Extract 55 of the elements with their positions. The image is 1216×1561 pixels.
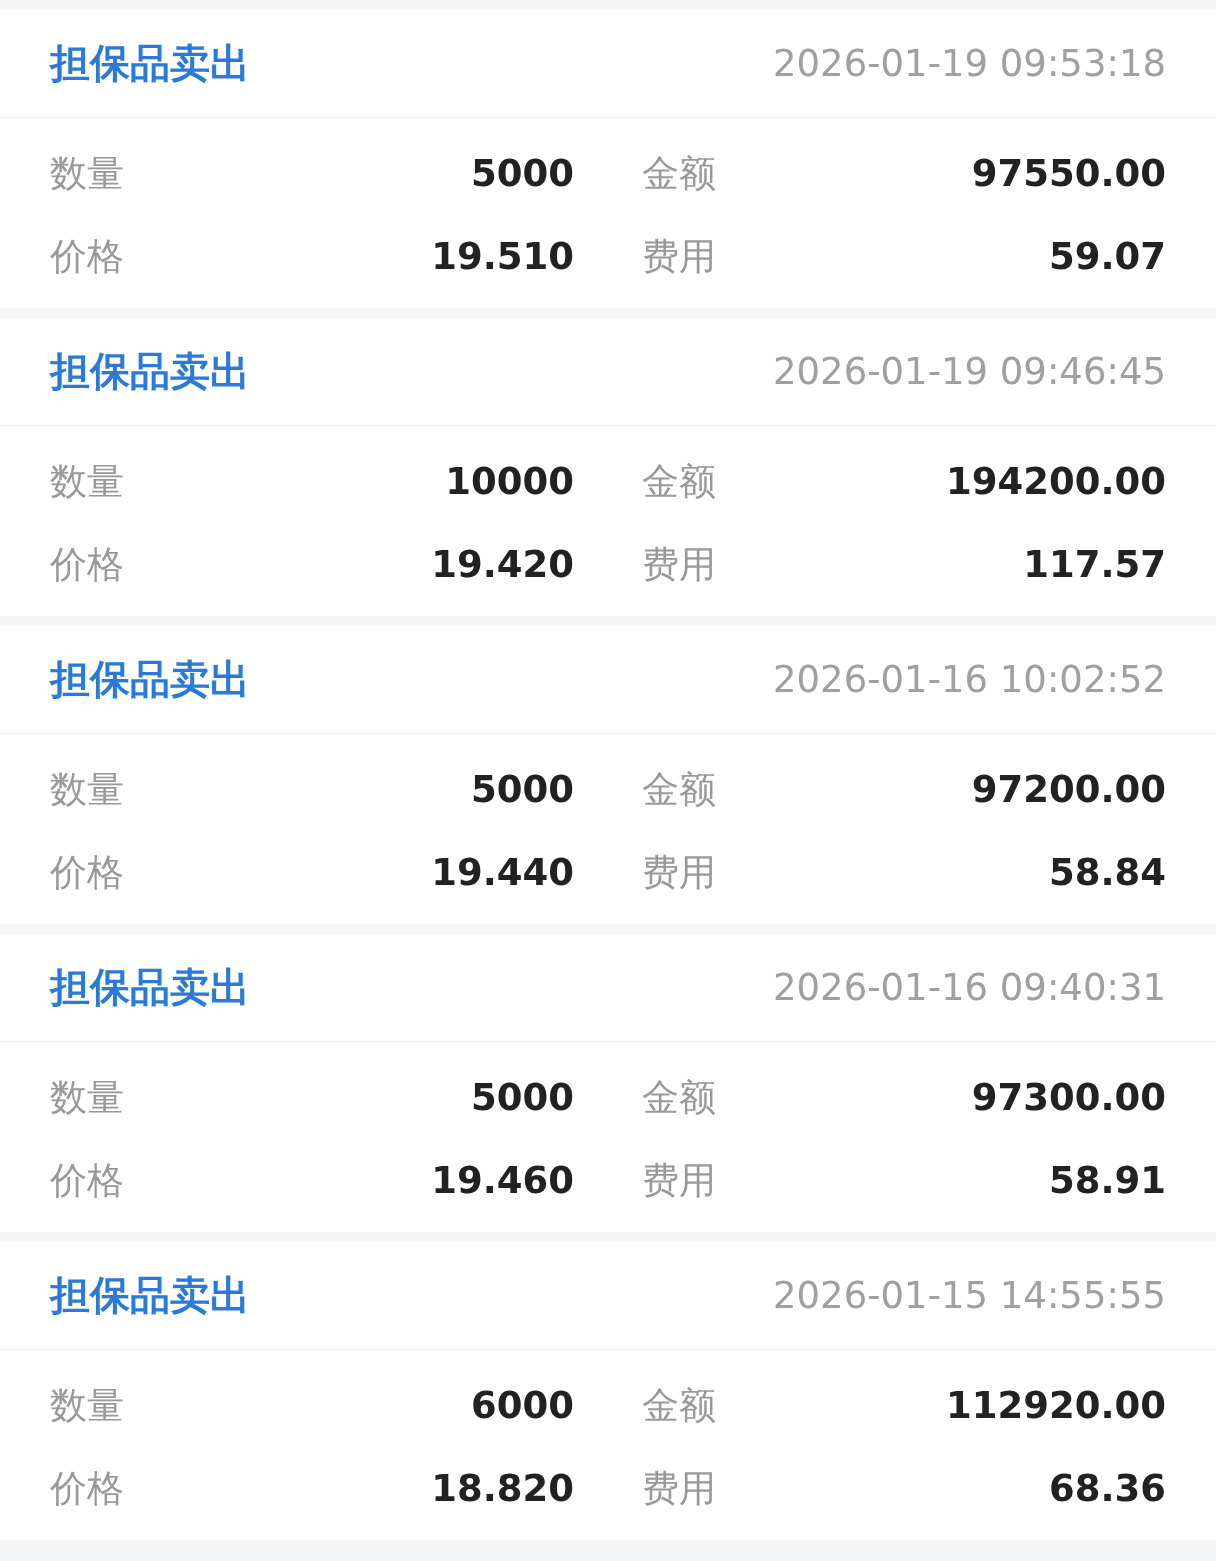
record-card[interactable]: 担保品卖出 2026-01-19 09:46:45 数量 10000 金额 194200.00 价格 19.420 费用 117.57	[0, 318, 1216, 616]
field-label: 费用	[642, 541, 716, 588]
field-label: 数量	[50, 150, 124, 197]
field-value: 117.57	[1023, 543, 1166, 586]
field-value: 97300.00	[971, 1076, 1166, 1119]
field-value: 19.510	[431, 235, 574, 278]
field-label: 数量	[50, 458, 124, 505]
field-value: 97200.00	[971, 768, 1166, 811]
field-value: 19.420	[431, 543, 574, 586]
field-value: 10000	[445, 460, 574, 503]
record-time: 2026-01-19 09:53:18	[773, 42, 1166, 85]
field-value: 59.07	[1048, 235, 1166, 278]
field-label: 费用	[642, 233, 716, 280]
record-time: 2026-01-16 09:40:31	[773, 966, 1166, 1009]
field-value: 58.84	[1048, 851, 1166, 894]
record-type: 担保品卖出	[50, 347, 250, 396]
field-value: 97550.00	[971, 152, 1166, 195]
record-time: 2026-01-15 14:55:55	[773, 1274, 1166, 1317]
field-value: 6000	[471, 1384, 574, 1427]
record-card[interactable]: 担保品卖出 2026-01-16 10:02:52 数量 5000 金额 97200.00 价格 19.440 费用 58.84	[0, 626, 1216, 924]
record-time: 2026-01-19 09:46:45	[773, 350, 1166, 393]
field-label: 价格	[50, 233, 124, 280]
field-label: 金额	[642, 1382, 716, 1429]
field-label: 数量	[50, 1382, 124, 1429]
field-label: 费用	[642, 1465, 716, 1512]
field-label: 数量	[50, 1074, 124, 1121]
field-label: 价格	[50, 541, 124, 588]
record-type: 担保品卖出	[50, 39, 250, 88]
field-label: 价格	[50, 849, 124, 896]
field-value: 19.460	[431, 1159, 574, 1202]
field-value: 58.91	[1048, 1159, 1166, 1202]
field-label: 价格	[50, 1465, 124, 1512]
record-type: 担保品卖出	[50, 963, 250, 1012]
record-type: 担保品卖出	[50, 655, 250, 704]
field-value: 5000	[471, 768, 574, 811]
field-value: 5000	[471, 152, 574, 195]
field-value: 112920.00	[946, 1384, 1166, 1427]
field-label: 数量	[50, 766, 124, 813]
field-value: 18.820	[431, 1467, 574, 1510]
field-label: 费用	[642, 849, 716, 896]
field-label: 费用	[642, 1157, 716, 1204]
record-card[interactable]: 担保品卖出 2026-01-15 14:55:55 数量 6000 金额 112920.00 价格 18.820 费用 68.36	[0, 1242, 1216, 1540]
field-value: 5000	[471, 1076, 574, 1119]
field-value: 19.440	[431, 851, 574, 894]
field-label: 金额	[642, 458, 716, 505]
field-label: 金额	[642, 150, 716, 197]
field-label: 金额	[642, 1074, 716, 1121]
record-type: 担保品卖出	[50, 1271, 250, 1320]
record-card[interactable]: 担保品卖出 2026-01-19 09:53:18 数量 5000 金额 97550.00 价格 19.510 费用 59.07	[0, 10, 1216, 308]
field-label: 价格	[50, 1157, 124, 1204]
record-time: 2026-01-16 10:02:52	[773, 658, 1166, 701]
record-card[interactable]: 担保品卖出 2026-01-16 09:40:31 数量 5000 金额 97300.00 价格 19.460 费用 58.91	[0, 934, 1216, 1232]
field-value: 68.36	[1048, 1467, 1166, 1510]
field-label: 金额	[642, 766, 716, 813]
field-value: 194200.00	[946, 460, 1166, 503]
